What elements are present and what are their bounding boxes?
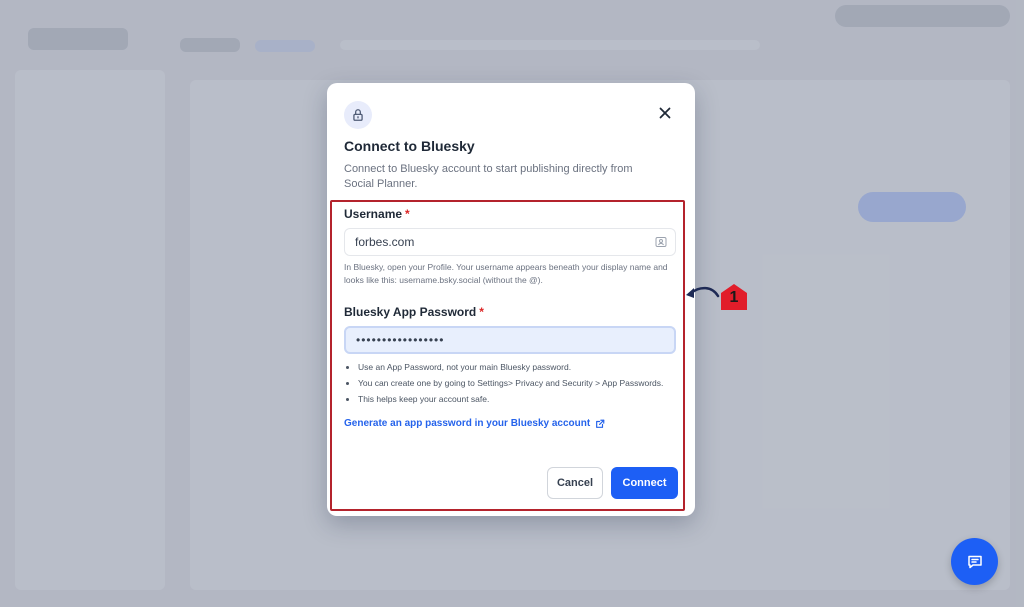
username-input[interactable]: forbes.com	[344, 228, 676, 256]
modal-title: Connect to Bluesky	[344, 138, 475, 154]
username-value: forbes.com	[355, 235, 415, 249]
required-mark: *	[479, 305, 484, 319]
close-icon[interactable]	[655, 103, 675, 123]
password-tip: This helps keep your account safe.	[358, 391, 663, 407]
connect-button[interactable]: Connect	[611, 467, 678, 499]
chat-button[interactable]	[951, 538, 998, 585]
contact-card-icon	[655, 236, 667, 248]
password-tip: Use an App Password, not your main Blues…	[358, 359, 663, 375]
password-label-text: Bluesky App Password	[344, 305, 477, 319]
step-number: 1	[729, 289, 739, 306]
password-tip: You can create one by going to Settings>…	[358, 375, 663, 391]
generate-app-password-link[interactable]: Generate an app password in your Bluesky…	[344, 418, 605, 429]
chat-icon	[967, 555, 982, 568]
generate-link-text: Generate an app password in your Bluesky…	[344, 418, 591, 429]
step-badge: 1	[719, 283, 749, 311]
username-help: In Bluesky, open your Profile. Your user…	[344, 262, 668, 285]
password-tips: Use an App Password, not your main Blues…	[344, 359, 663, 407]
cancel-button[interactable]: Cancel	[547, 467, 603, 499]
username-label-text: Username	[344, 207, 403, 221]
required-mark: *	[405, 207, 410, 221]
username-label: Username *	[344, 207, 410, 221]
password-input[interactable]: •••••••••••••••••	[344, 326, 676, 354]
modal-subtitle: Connect to Bluesky account to start publ…	[344, 163, 633, 190]
annotation-arrow-icon	[686, 286, 720, 298]
lock-icon	[344, 101, 372, 129]
password-label: Bluesky App Password *	[344, 305, 484, 319]
password-value: •••••••••••••••••	[356, 333, 445, 347]
connect-bluesky-modal: Connect to Bluesky Connect to Bluesky ac…	[327, 83, 695, 516]
external-link-icon	[596, 419, 605, 428]
